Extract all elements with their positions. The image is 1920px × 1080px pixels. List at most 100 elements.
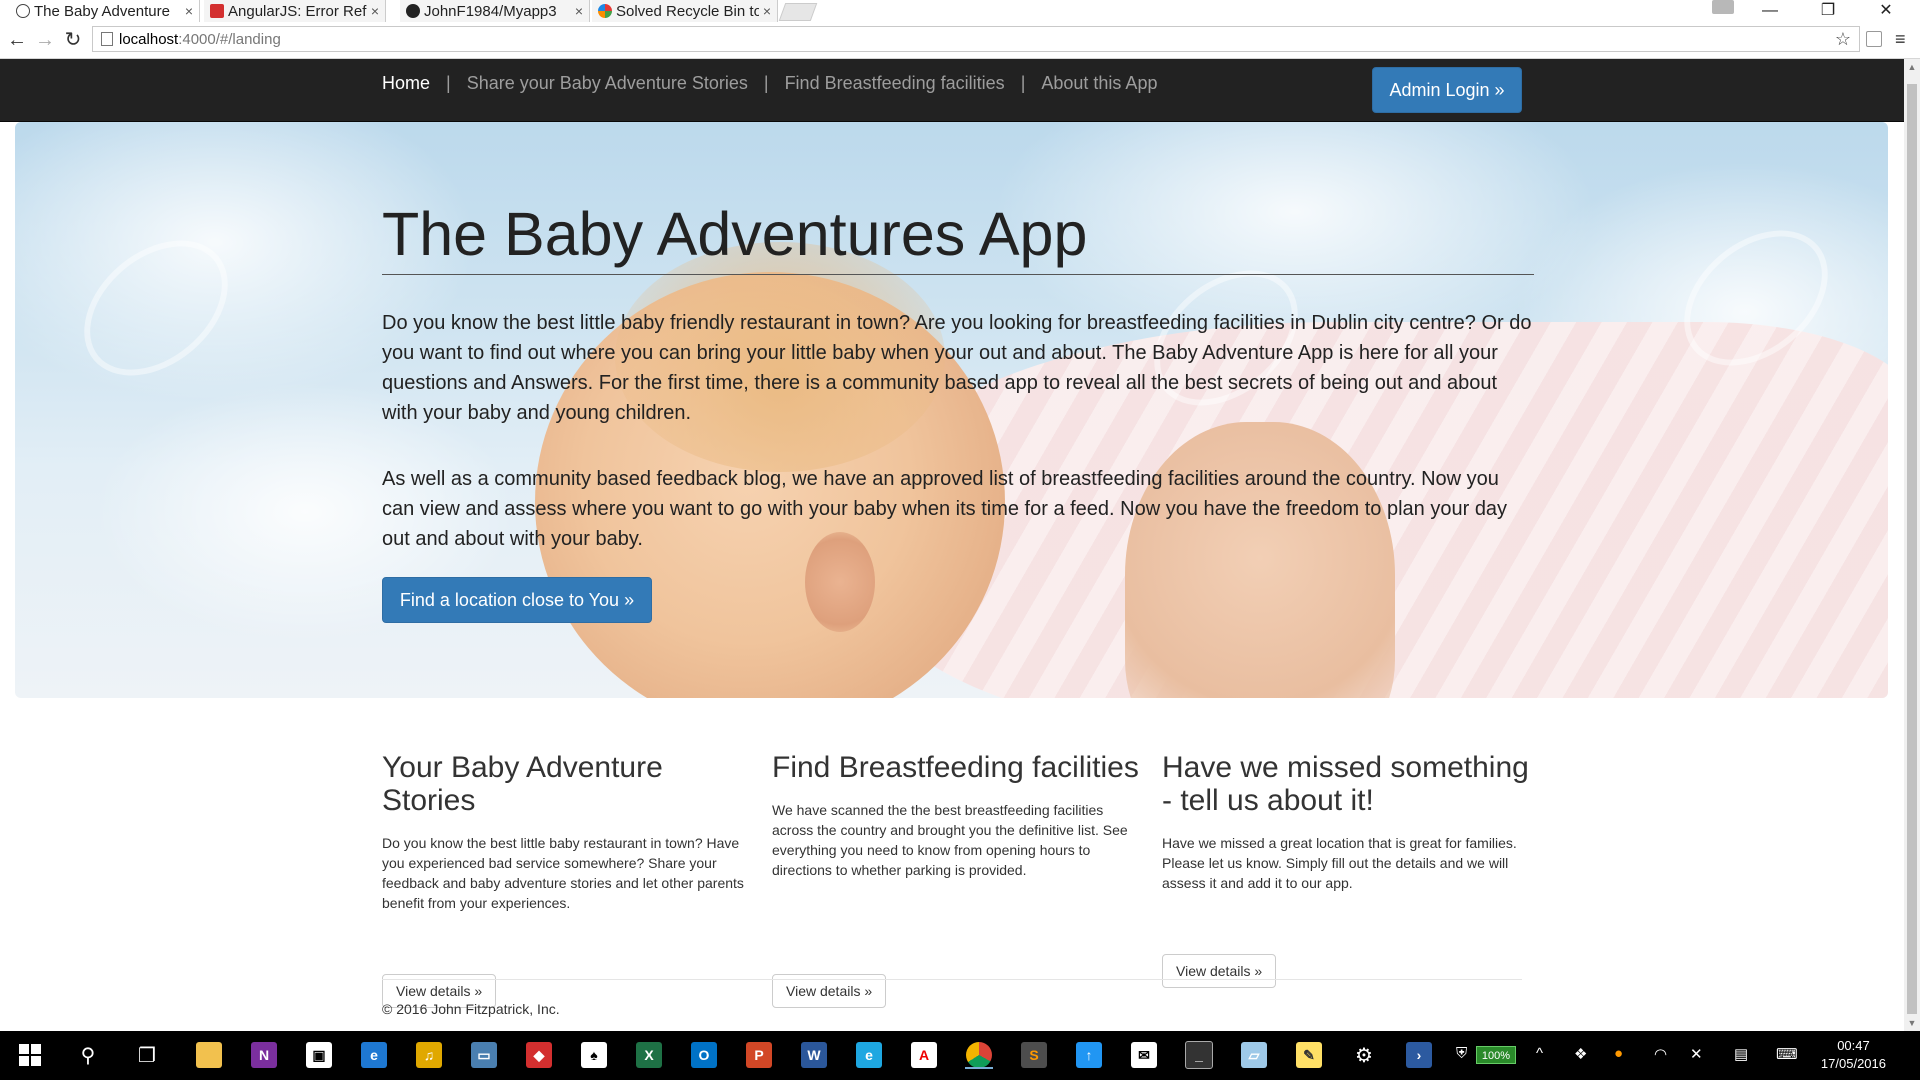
address-bar[interactable]: localhost:4000/#/landing ☆ — [92, 26, 1860, 52]
site-navbar: Home | Share your Baby Adventure Stories… — [0, 59, 1904, 122]
tablet-app-icon[interactable]: ▱ — [1238, 1039, 1270, 1071]
chevron-up-icon[interactable]: ^ — [1536, 1045, 1543, 1062]
page-icon — [16, 4, 30, 18]
tab-close-icon[interactable]: × — [575, 3, 583, 19]
nav-link-home[interactable]: Home — [382, 73, 430, 94]
reload-icon[interactable]: ↻ — [62, 29, 84, 51]
browser-toolbar: ← → ↻ localhost:4000/#/landing ☆ ≡ — [0, 23, 1920, 59]
feature-stories: Your Baby Adventure Stories Do you know … — [382, 751, 752, 913]
clock-date: 17/05/2016 — [1820, 1056, 1886, 1071]
battery-indicator[interactable]: 100% — [1476, 1046, 1516, 1064]
browser-tab-recycle-bin[interactable]: Solved Recycle Bin to × — [592, 0, 778, 22]
nav-separator: | — [763, 73, 769, 93]
new-tab-button[interactable] — [778, 3, 818, 21]
feature-heading: Find Breastfeeding facilities — [772, 751, 1139, 784]
url-host: localhost — [119, 30, 179, 48]
tab-title: AngularJS: Error Refe — [228, 2, 367, 20]
page-viewport: Home | Share your Baby Adventure Stories… — [0, 59, 1904, 1031]
url-path: :4000/#/landing — [178, 30, 281, 48]
close-window-button[interactable]: ✕ — [1866, 0, 1906, 22]
wifi-icon[interactable]: ◠ — [1654, 1045, 1667, 1063]
settings-gear-icon[interactable]: ⚙ — [1348, 1039, 1380, 1071]
outlook-icon[interactable]: O — [688, 1039, 720, 1071]
scrollbar-thumb[interactable] — [1907, 84, 1917, 1014]
monitor-app-icon[interactable]: ▭ — [468, 1039, 500, 1071]
find-location-button[interactable]: Find a location close to You » — [382, 577, 652, 623]
feature-text: Have we missed a great location that is … — [1162, 835, 1517, 891]
chrome-icon[interactable] — [963, 1039, 995, 1071]
admin-login-button[interactable]: Admin Login » — [1372, 67, 1522, 113]
browser-tab-baby-adventure[interactable]: The Baby Adventure × — [10, 0, 200, 22]
feature-text: We have scanned the the best breastfeedi… — [772, 802, 1128, 878]
title-divider — [382, 274, 1534, 275]
store-icon[interactable]: ▣ — [303, 1039, 335, 1071]
tab-close-icon[interactable]: × — [763, 3, 771, 19]
file-explorer-icon[interactable] — [193, 1039, 225, 1071]
sublime-icon[interactable]: S — [1018, 1039, 1050, 1071]
shield-icon[interactable]: ⛨ — [1456, 1045, 1467, 1062]
browser-menu-icon[interactable]: ≡ — [1895, 29, 1906, 50]
powerpoint-icon[interactable]: P — [743, 1039, 775, 1071]
forward-arrow-icon[interactable]: → — [34, 29, 56, 51]
back-arrow-icon[interactable]: ← — [6, 29, 28, 51]
extension-icon[interactable] — [1866, 31, 1882, 47]
windows-taskbar: ⚲ ❐ N ▣ e ♫ ▭ ◆ ♠ X O P W e A S ↑ ✉ _ ▱ … — [0, 1031, 1920, 1080]
terminal-icon[interactable]: _ — [1183, 1039, 1215, 1071]
volume-muted-icon[interactable]: ✕ — [1690, 1045, 1703, 1063]
page-title: The Baby Adventures App — [382, 200, 1088, 268]
nav-links: Home | Share your Baby Adventure Stories… — [382, 73, 1157, 94]
clock-time: 00:47 — [1837, 1038, 1870, 1053]
notepad-icon[interactable]: ✎ — [1293, 1039, 1325, 1071]
upload-app-icon[interactable]: ↑ — [1073, 1039, 1105, 1071]
hero-jumbotron: The Baby Adventures App Do you know the … — [15, 122, 1888, 698]
github-icon — [406, 4, 420, 18]
view-details-missed-button[interactable]: View details » — [1162, 954, 1277, 988]
powershell-icon[interactable]: › — [1403, 1039, 1435, 1071]
nav-link-share-stories[interactable]: Share your Baby Adventure Stories — [467, 73, 748, 94]
tab-title: The Baby Adventure — [34, 2, 170, 20]
feature-heading: Have we missed something - tell us about… — [1162, 751, 1529, 817]
scroll-up-arrow-icon[interactable]: ▲ — [1904, 59, 1920, 75]
excel-icon[interactable]: X — [633, 1039, 665, 1071]
footer-divider — [382, 979, 1522, 980]
headphones-icon[interactable]: ♫ — [413, 1039, 445, 1071]
edge-icon[interactable]: e — [358, 1039, 390, 1071]
solitaire-icon[interactable]: ♠ — [578, 1039, 610, 1071]
adobe-icon[interactable]: A — [908, 1039, 940, 1071]
nav-separator: | — [446, 73, 451, 93]
onenote-icon[interactable]: N — [248, 1039, 280, 1071]
internet-explorer-icon[interactable]: e — [853, 1039, 885, 1071]
task-view-icon[interactable]: ❐ — [131, 1039, 163, 1071]
dropbox-icon[interactable]: ❖ — [1574, 1045, 1587, 1063]
tab-title: JohnF1984/Myapp3 — [424, 2, 557, 20]
feature-breastfeeding: Find Breastfeeding facilities We have sc… — [772, 751, 1142, 880]
cube-app-icon[interactable]: ◆ — [523, 1039, 555, 1071]
feature-missed: Have we missed something - tell us about… — [1162, 751, 1532, 893]
action-center-icon[interactable]: ▤ — [1734, 1045, 1748, 1063]
page-info-icon[interactable] — [101, 32, 113, 46]
browser-tab-github[interactable]: JohnF1984/Myapp3 × — [400, 0, 590, 22]
tab-title: Solved Recycle Bin to — [616, 2, 759, 20]
keyboard-icon[interactable]: ⌨ — [1776, 1045, 1798, 1063]
vpn-icon[interactable]: ● — [1614, 1045, 1623, 1062]
nav-link-breastfeeding[interactable]: Find Breastfeeding facilities — [785, 73, 1005, 94]
feature-heading: Your Baby Adventure Stories — [382, 751, 663, 817]
scroll-down-arrow-icon[interactable]: ▼ — [1904, 1015, 1920, 1031]
profile-icon[interactable] — [1712, 0, 1734, 14]
mail-icon[interactable]: ✉ — [1128, 1039, 1160, 1071]
taskbar-clock[interactable]: 00:47 17/05/2016 — [1821, 1037, 1886, 1073]
minimize-button[interactable]: — — [1750, 0, 1790, 22]
feature-text: Do you know the best little baby restaur… — [382, 835, 744, 911]
browser-tab-angularjs[interactable]: AngularJS: Error Refe × — [204, 0, 386, 22]
tab-close-icon[interactable]: × — [371, 3, 379, 19]
footer-copyright: © 2016 John Fitzpatrick, Inc. — [382, 1001, 560, 1017]
intro-paragraph-2: As well as a community based feedback bl… — [382, 468, 1508, 550]
bookmark-star-icon[interactable]: ☆ — [1835, 29, 1851, 50]
tab-close-icon[interactable]: × — [185, 3, 193, 19]
windows-start-icon[interactable] — [14, 1039, 46, 1071]
search-icon[interactable]: ⚲ — [72, 1039, 104, 1071]
nav-link-about[interactable]: About this App — [1041, 73, 1157, 94]
angular-icon — [210, 4, 224, 18]
restore-button[interactable]: ❐ — [1808, 0, 1848, 22]
word-icon[interactable]: W — [798, 1039, 830, 1071]
